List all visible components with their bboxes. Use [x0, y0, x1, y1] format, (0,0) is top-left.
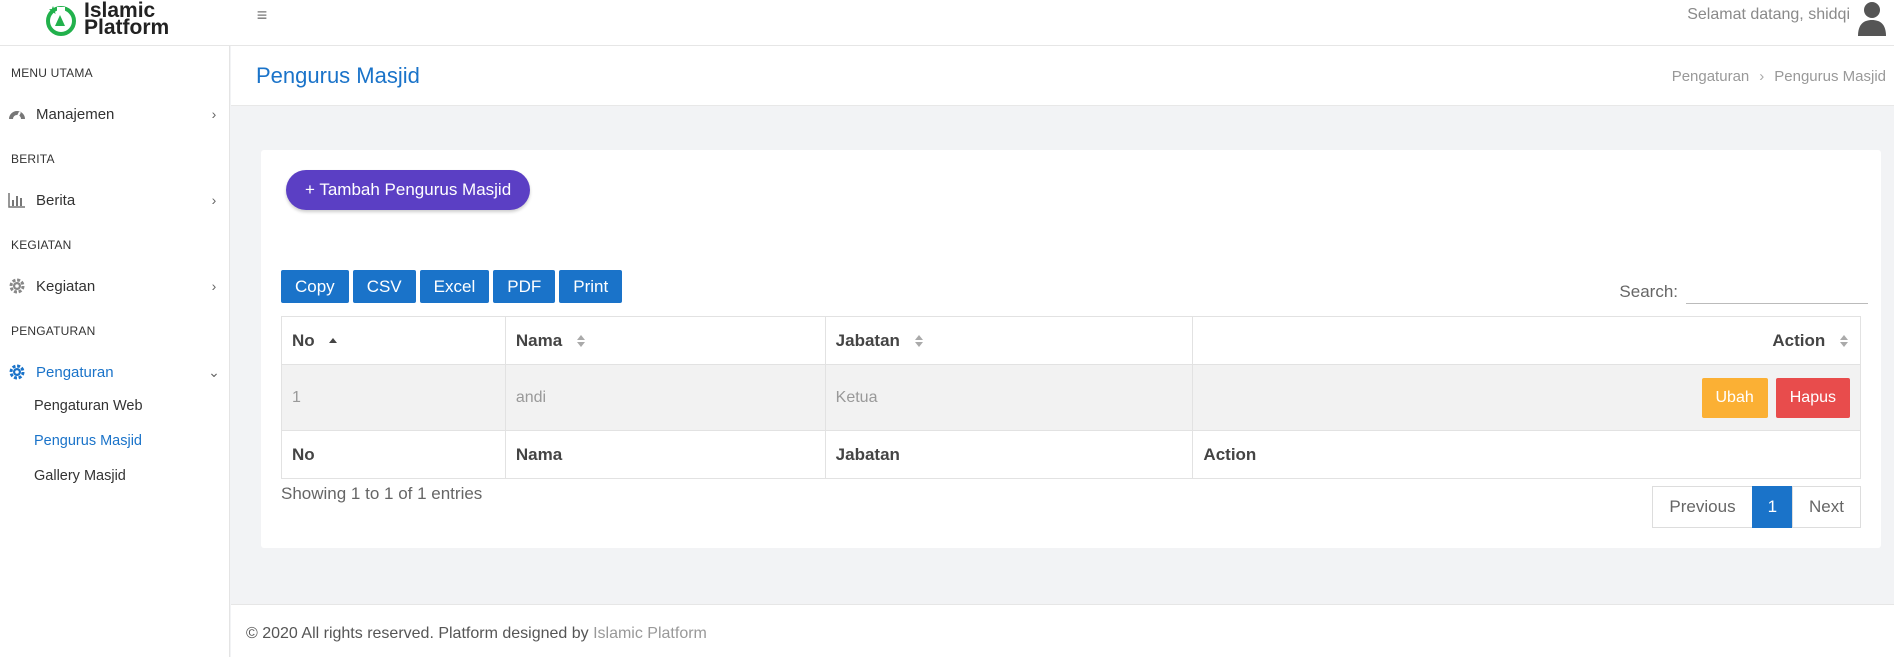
column-header-label: Nama	[515, 330, 563, 350]
section-heading-pengaturan: PENGATURAN	[11, 324, 96, 338]
sidebar-subitem-pengaturan-web[interactable]: Pengaturan Web	[34, 398, 143, 414]
sort-icon	[1840, 335, 1848, 348]
sidebar-item-manajemen[interactable]: Manajemen ›	[0, 99, 230, 129]
pdf-button[interactable]: PDF	[493, 270, 556, 303]
logo-line-2: Platform	[84, 16, 170, 39]
column-header-no[interactable]: No	[281, 316, 506, 365]
cell-no: 1	[281, 364, 506, 431]
breadcrumb-item-pengaturan[interactable]: Pengaturan	[1672, 68, 1750, 85]
column-header-nama[interactable]: Nama	[504, 316, 826, 365]
sidebar-item-berita[interactable]: Berita ›	[0, 185, 230, 215]
column-header-label: Action	[1772, 330, 1826, 350]
footer-header-nama: Nama	[504, 430, 826, 479]
add-pengurus-button[interactable]: + Tambah Pengurus Masjid	[286, 170, 531, 210]
table-footer-row: No Nama Jabatan Action	[281, 430, 1861, 479]
table-info: Showing 1 to 1 of 1 entries	[281, 484, 483, 503]
next-page-button[interactable]: Next	[1792, 486, 1861, 528]
chevron-down-icon: ⌄	[208, 363, 220, 380]
chevron-right-icon: ›	[211, 278, 217, 294]
sort-icon	[914, 335, 923, 348]
section-heading-berita: BERITA	[11, 152, 55, 166]
logo-icon	[46, 6, 76, 36]
section-heading-kegiatan: KEGIATAN	[11, 238, 72, 252]
footer-header-action: Action	[1192, 430, 1861, 479]
column-header-jabatan[interactable]: Jabatan	[824, 316, 1194, 365]
cell-jabatan: Ketua	[824, 364, 1194, 431]
sidebar-subitem-pengurus-masjid[interactable]: Pengurus Masjid	[34, 433, 142, 449]
sidebar-item-label: Kegiatan	[36, 277, 96, 295]
logo-text: Islamic Platform	[84, 0, 170, 39]
cell-nama: andi	[504, 364, 826, 431]
previous-page-button[interactable]: Previous	[1652, 486, 1753, 528]
page-footer: © 2020 All rights reserved. Platform des…	[231, 604, 1894, 657]
page-title: Pengurus Masjid	[256, 63, 420, 88]
sidebar-item-label: Manajemen	[36, 105, 115, 123]
sidebar-item-label: Berita	[36, 191, 76, 209]
copy-button[interactable]: Copy	[281, 270, 349, 303]
gear-icon	[9, 364, 25, 380]
delete-button[interactable]: Hapus	[1775, 377, 1850, 418]
gear-icon	[9, 278, 25, 294]
footer-text: © 2020 All rights reserved. Platform des…	[246, 625, 707, 643]
print-button[interactable]: Print	[559, 270, 623, 303]
top-bar: Islamic Platform ≡ Selamat datang, shidq…	[0, 0, 1894, 46]
hamburger-menu-icon[interactable]: ≡	[252, 5, 272, 25]
column-header-action[interactable]: Action	[1192, 316, 1861, 365]
content-card: + Tambah Pengurus Masjid Copy CSV Excel …	[261, 150, 1881, 548]
sidebar-subitem-gallery-masjid[interactable]: Gallery Masjid	[34, 468, 126, 484]
table-header-row: No Nama Jabatan Action	[281, 316, 1861, 365]
sort-icon	[576, 335, 585, 348]
export-buttons: Copy CSV Excel PDF Print	[281, 270, 623, 303]
cell-action: Ubah Hapus	[1192, 364, 1861, 431]
page-1-button[interactable]: 1	[1751, 486, 1794, 528]
column-header-label: No	[292, 330, 315, 350]
table-row: 1 andi Ketua Ubah Hapus	[281, 364, 1861, 431]
sidebar-item-kegiatan[interactable]: Kegiatan ›	[0, 271, 230, 301]
footer-header-no: No	[281, 430, 506, 479]
search-label: Search:	[1619, 282, 1678, 301]
chevron-right-icon: ›	[1759, 68, 1765, 85]
welcome-text: Selamat datang, shidqi	[1687, 6, 1850, 23]
search-input[interactable]	[1686, 280, 1868, 304]
chevron-right-icon: ›	[211, 192, 217, 208]
breadcrumb: Pengaturan › Pengurus Masjid	[1672, 68, 1886, 85]
sidebar: MENU UTAMA Manajemen › BERITA Berita › K…	[0, 46, 230, 657]
breadcrumb-item-current: Pengurus Masjid	[1774, 68, 1886, 85]
dashboard-icon	[9, 111, 25, 119]
user-avatar-icon[interactable]	[1856, 0, 1888, 36]
search-box: Search:	[1619, 280, 1868, 304]
section-heading-menu-utama: MENU UTAMA	[11, 66, 93, 80]
pengurus-table: No Nama Jabatan Action 1 andi Ketua Ubah…	[281, 316, 1861, 479]
sort-ascending-icon	[329, 338, 338, 344]
excel-button[interactable]: Excel	[419, 270, 490, 303]
pagination: Previous 1 Next	[1652, 486, 1861, 528]
logo[interactable]: Islamic Platform	[44, 0, 169, 38]
sidebar-item-label: Pengaturan	[36, 363, 114, 381]
footer-brand-link[interactable]: Islamic Platform	[593, 625, 707, 642]
copyright-text: © 2020 All rights reserved. Platform des…	[246, 625, 594, 642]
sidebar-item-pengaturan[interactable]: Pengaturan ⌄	[0, 357, 230, 387]
bar-chart-icon	[8, 193, 25, 208]
csv-button[interactable]: CSV	[352, 270, 416, 303]
edit-button[interactable]: Ubah	[1701, 377, 1768, 418]
footer-header-jabatan: Jabatan	[824, 430, 1194, 479]
column-header-label: Jabatan	[835, 330, 900, 350]
page-header: Pengurus Masjid Pengaturan › Pengurus Ma…	[231, 46, 1894, 106]
chevron-right-icon: ›	[211, 106, 217, 122]
